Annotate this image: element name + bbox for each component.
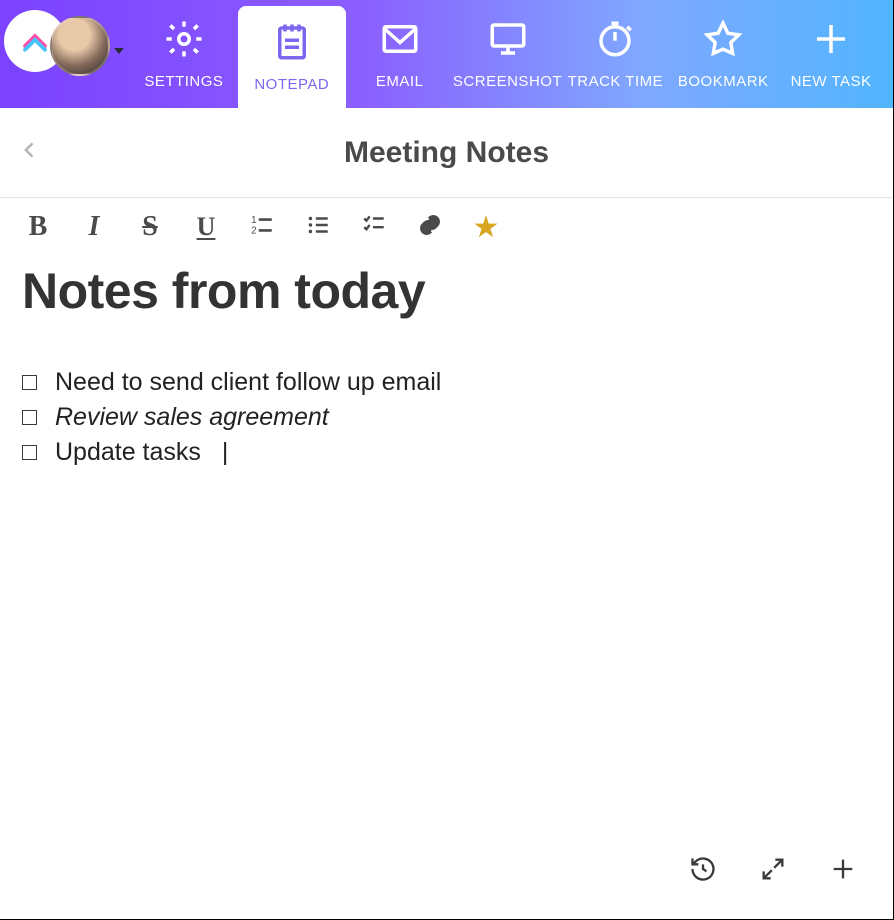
strikethrough-button[interactable]: S xyxy=(134,211,166,243)
bottom-toolbar xyxy=(0,846,894,920)
primary-nav: SETTINGS NOTEPAD EMAIL SCREENSHOT TRACK xyxy=(130,0,885,108)
chevron-left-icon xyxy=(20,136,40,169)
top-toolbar: SETTINGS NOTEPAD EMAIL SCREENSHOT TRACK xyxy=(0,0,893,108)
checklist-item[interactable]: Need to send client follow up email xyxy=(22,368,871,397)
star-icon xyxy=(702,18,744,65)
nav-label: SCREENSHOT xyxy=(453,73,562,90)
nav-newtask[interactable]: NEW TASK xyxy=(777,0,885,108)
nav-bookmark[interactable]: BOOKMARK xyxy=(669,0,777,108)
page-title: Meeting Notes xyxy=(344,136,549,170)
bold-button[interactable]: B xyxy=(22,211,54,243)
expand-button[interactable] xyxy=(756,854,790,888)
checklist-button[interactable] xyxy=(358,211,390,243)
history-icon xyxy=(689,855,717,888)
nav-label: EMAIL xyxy=(376,73,424,90)
numbered-list-button[interactable]: 12 xyxy=(246,211,278,243)
nav-label: NEW TASK xyxy=(791,73,872,90)
nav-email[interactable]: EMAIL xyxy=(346,0,454,108)
checklist-text[interactable]: Review sales agreement xyxy=(55,403,329,432)
notepad-icon xyxy=(271,21,313,68)
format-toolbar: B I S U 12 ★ xyxy=(0,198,893,256)
checkbox-icon[interactable] xyxy=(22,410,37,425)
checklist-item[interactable]: Review sales agreement xyxy=(22,403,871,432)
title-bar: Meeting Notes xyxy=(0,108,893,198)
favorite-button[interactable]: ★ xyxy=(470,211,502,243)
italic-button[interactable]: I xyxy=(78,211,110,243)
nav-settings[interactable]: SETTINGS xyxy=(130,0,238,108)
history-button[interactable] xyxy=(686,854,720,888)
nav-label: TRACK TIME xyxy=(568,73,664,90)
bullet-list-icon xyxy=(305,212,331,243)
checklist-icon xyxy=(361,212,387,243)
checklist: Need to send client follow up email Revi… xyxy=(22,368,871,467)
note-heading[interactable]: Notes from today xyxy=(22,262,871,320)
nav-label: NOTEPAD xyxy=(254,76,329,93)
user-avatar[interactable] xyxy=(50,16,110,76)
plus-icon xyxy=(810,18,852,65)
expand-icon xyxy=(759,855,787,888)
monitor-icon xyxy=(487,18,529,65)
text-cursor: | xyxy=(222,438,223,467)
star-filled-icon: ★ xyxy=(473,210,500,245)
email-icon xyxy=(379,18,421,65)
bullet-list-button[interactable] xyxy=(302,211,334,243)
link-icon xyxy=(417,212,443,243)
nav-tracktime[interactable]: TRACK TIME xyxy=(561,0,669,108)
nav-notepad[interactable]: NOTEPAD xyxy=(238,6,346,108)
nav-label: BOOKMARK xyxy=(678,73,769,90)
checkbox-icon[interactable] xyxy=(22,445,37,460)
svg-text:1: 1 xyxy=(251,214,256,225)
plus-icon xyxy=(829,855,857,888)
workspace-switcher[interactable] xyxy=(0,0,130,108)
checklist-text[interactable]: Need to send client follow up email xyxy=(55,368,441,397)
checkbox-icon[interactable] xyxy=(22,375,37,390)
checklist-item[interactable]: Update tasks | xyxy=(22,438,871,467)
nav-screenshot[interactable]: SCREENSHOT xyxy=(454,0,562,108)
back-button[interactable] xyxy=(14,137,46,169)
numbered-list-icon: 12 xyxy=(249,212,275,243)
checklist-text[interactable]: Update tasks xyxy=(55,438,201,467)
svg-text:2: 2 xyxy=(251,225,256,236)
gear-icon xyxy=(163,18,205,65)
link-button[interactable] xyxy=(414,211,446,243)
nav-label: SETTINGS xyxy=(144,73,223,90)
note-editor[interactable]: Notes from today Need to send client fol… xyxy=(0,262,893,467)
stopwatch-icon xyxy=(594,18,636,65)
chevron-down-icon xyxy=(114,48,124,54)
add-button[interactable] xyxy=(826,854,860,888)
underline-button[interactable]: U xyxy=(190,211,222,243)
